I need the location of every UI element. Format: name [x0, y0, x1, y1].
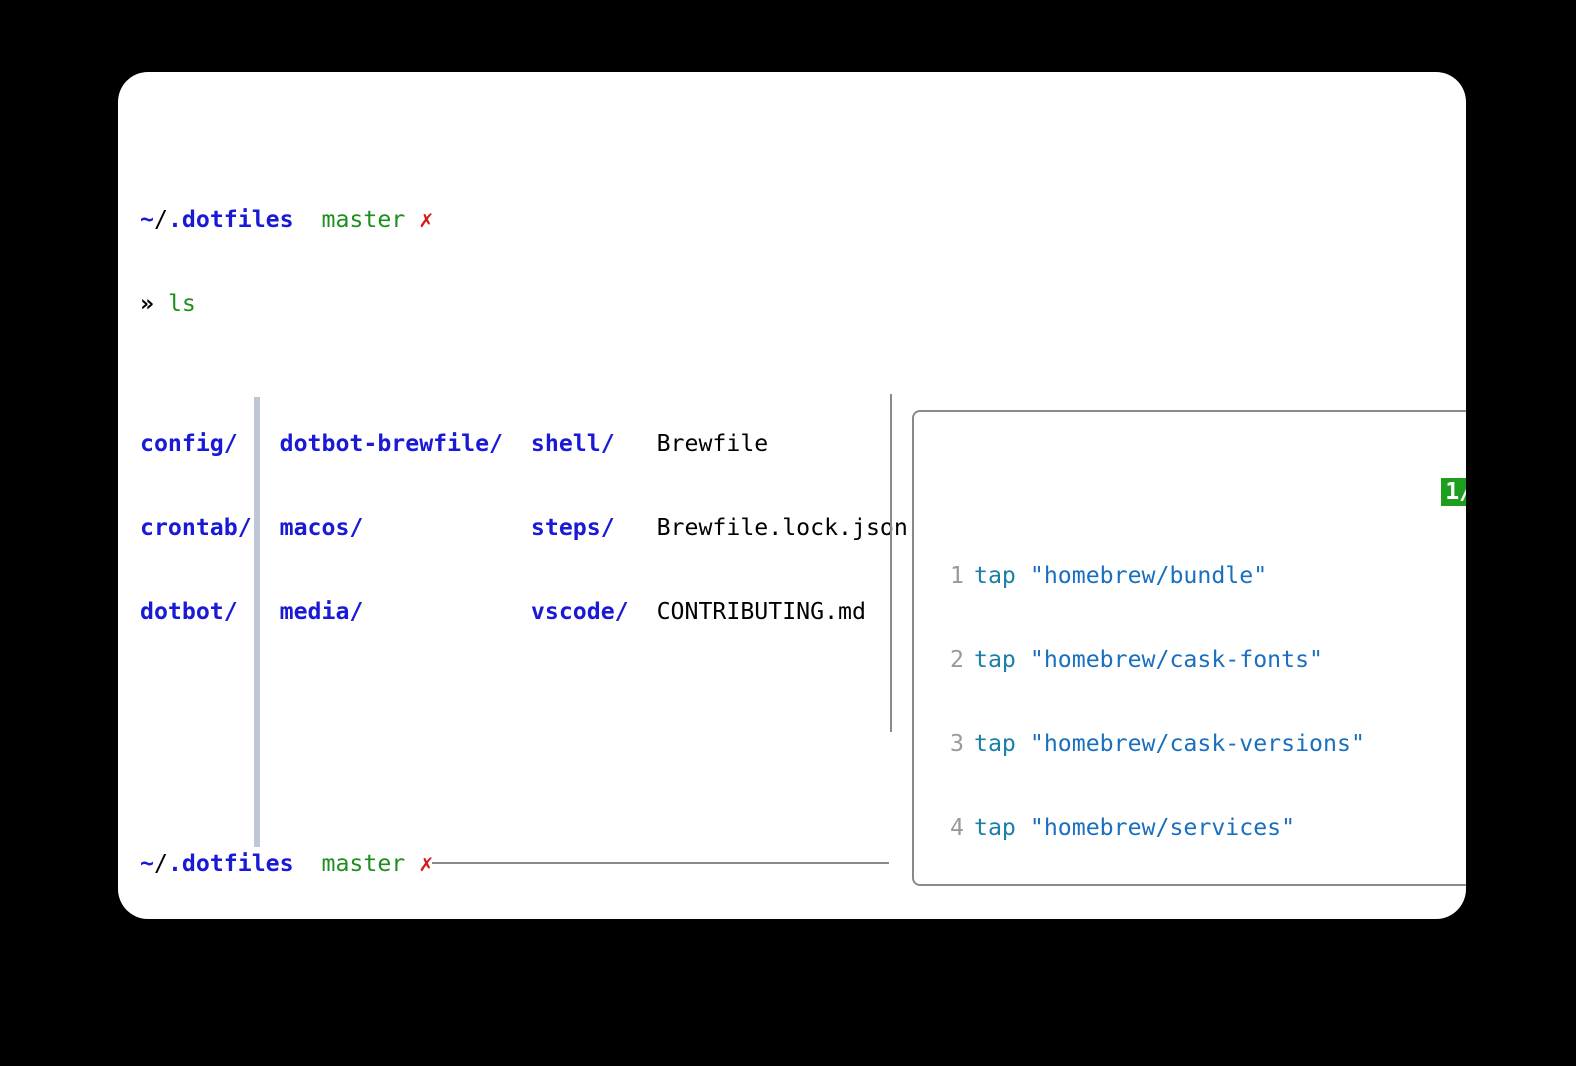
cwd-dir: .dotfiles [168, 206, 294, 233]
command-line-ls: » ls [140, 290, 1444, 318]
prompt-caret: » [140, 290, 154, 317]
preview-pane[interactable]: 1/100 1tap "homebrew/bundle" 2tap "homeb… [912, 410, 1466, 886]
cwd-tilde: ~ [140, 206, 154, 233]
preview-position-badge: 1/100 [1441, 478, 1466, 506]
preview-line: 4tap "homebrew/services" [920, 814, 1466, 842]
terminal-window[interactable]: ~/.dotfiles master ✗ » ls config/ dotbot… [118, 72, 1466, 919]
fzf-gutter [254, 397, 260, 847]
divider-horizontal [432, 862, 889, 864]
git-dirty-icon: ✗ [419, 206, 433, 233]
prompt-line-1: ~/.dotfiles master ✗ [140, 206, 1444, 234]
git-branch: master [322, 206, 406, 233]
divider-vertical [890, 394, 892, 732]
preview-line: 3tap "homebrew/cask-versions" [920, 730, 1466, 758]
preview-line: 1tap "homebrew/bundle" [920, 562, 1466, 590]
preview-line: 2tap "homebrew/cask-fonts" [920, 646, 1466, 674]
cmd-ls: ls [168, 290, 196, 317]
